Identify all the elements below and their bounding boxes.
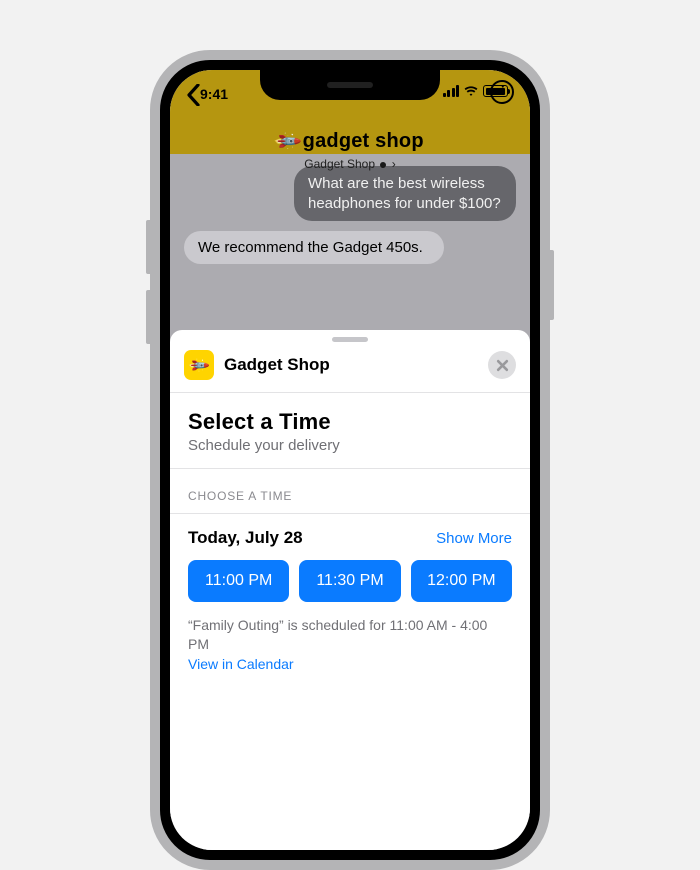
day-block: Today, July 28 Show More 11:00 PM 11:30 … <box>170 514 530 674</box>
time-slot-3[interactable]: 12:00 PM <box>411 560 512 602</box>
day-row: Today, July 28 Show More <box>188 528 512 548</box>
view-in-calendar-link[interactable]: View in Calendar <box>188 656 294 672</box>
time-slot-2[interactable]: 11:30 PM <box>299 560 400 602</box>
phone-frame: 9:41 i 🚀gadget shop <box>150 50 550 870</box>
volume-down-button <box>146 290 150 344</box>
date-label: Today, July 28 <box>188 528 303 548</box>
power-button <box>550 250 554 320</box>
time-picker-sheet: 🚀 Gadget Shop Select a Time Schedule you… <box>170 330 530 850</box>
sheet-app-name: Gadget Shop <box>224 355 330 375</box>
time-slot-1[interactable]: 11:00 PM <box>188 560 289 602</box>
close-icon <box>496 359 509 372</box>
volume-up-button <box>146 220 150 274</box>
close-button[interactable] <box>488 351 516 379</box>
title-block: Select a Time Schedule your delivery <box>170 393 530 469</box>
show-more-link[interactable]: Show More <box>436 530 512 547</box>
screen: 9:41 i 🚀gadget shop <box>170 70 530 850</box>
section-label: CHOOSE A TIME <box>170 469 530 514</box>
sheet-title: Select a Time <box>188 409 512 435</box>
sheet-subtitle: Schedule your delivery <box>188 437 512 454</box>
conflict-note: “Family Outing” is scheduled for 11:00 A… <box>188 616 512 654</box>
time-slots: 11:00 PM 11:30 PM 12:00 PM <box>188 560 512 602</box>
rocket-icon: 🚀 <box>187 353 211 377</box>
sheet-header: 🚀 Gadget Shop <box>170 342 530 393</box>
app-icon: 🚀 <box>184 350 214 380</box>
